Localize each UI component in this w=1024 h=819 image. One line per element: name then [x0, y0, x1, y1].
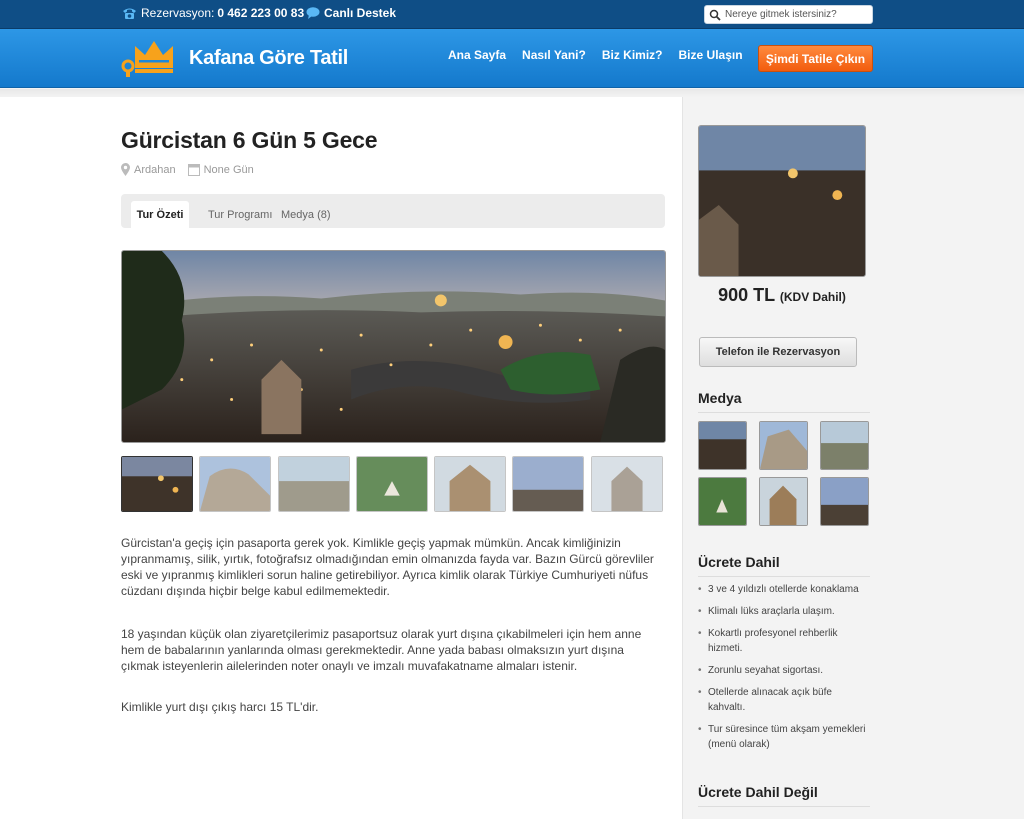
hero-photo[interactable] [121, 250, 666, 443]
start-vacation-button[interactable]: Şimdi Tatile Çıkın [758, 45, 873, 72]
description-paragraph-2: 18 yaşından küçük olan ziyaretçilerimiz … [121, 627, 642, 673]
description-paragraph-3: Kimlikle yurt dışı çıkış harcı 15 TL'dir… [121, 700, 319, 714]
tab-summary[interactable]: Tur Özeti [131, 201, 189, 228]
nav-how-it-works[interactable]: Nasıl Yani? [522, 48, 586, 62]
thumbnail-image [435, 457, 505, 511]
thumbnail-5[interactable] [434, 456, 506, 512]
list-item: Zorunlu seyahat sigortası. [698, 663, 870, 678]
thumbnail-image [122, 457, 192, 511]
photo-thumbnails [121, 456, 666, 512]
city-panorama-image [122, 251, 665, 442]
phone-number: 0 462 223 00 83 [217, 6, 305, 20]
included-heading: Ücrete Dahil [698, 554, 870, 577]
tour-cover-photo[interactable] [698, 125, 866, 277]
sidebar: 900 TL (KDV Dahil) Telefon ile Rezervasy… [682, 97, 1024, 819]
list-item: 3 ve 4 yıldızlı otellerde konaklama [698, 582, 870, 597]
nav-home[interactable]: Ana Sayfa [448, 48, 506, 62]
price-amount: 900 TL [718, 285, 775, 305]
nav-about[interactable]: Biz Kimiz? [602, 48, 663, 62]
calendar-icon [187, 164, 200, 176]
thumbnail-image [279, 457, 349, 511]
thumbnail-3[interactable] [278, 456, 350, 512]
tour-meta: Ardahan None Gün [121, 163, 266, 176]
media-image [760, 422, 807, 469]
list-item: Tur süresince tüm akşam yemekleri (menü … [698, 722, 870, 752]
page-title: Gürcistan 6 Gün 5 Gece [121, 127, 378, 153]
thumbnail-image [513, 457, 583, 511]
phone-reservation-button[interactable]: Telefon ile Rezervasyon [699, 337, 857, 367]
live-support-link[interactable]: Canlı Destek [306, 6, 396, 20]
top-bar: Rezervasyon: 0 462 223 00 83 Canlı Deste… [0, 0, 1024, 29]
list-item: Otellerde alınacak açık büfe kahvaltı. [698, 685, 870, 715]
cover-image [699, 126, 865, 276]
thumbnail-1[interactable] [121, 456, 193, 512]
thumbnail-image [592, 457, 662, 511]
search-input[interactable] [725, 9, 865, 20]
thumbnail-image [200, 457, 270, 511]
thumbnail-6[interactable] [512, 456, 584, 512]
thumbnail-image [357, 457, 427, 511]
site-logo[interactable]: Kafana Göre Tatil [121, 38, 348, 78]
header-shadow [0, 89, 1024, 97]
media-thumbnail-1[interactable] [698, 421, 747, 470]
media-image [699, 422, 746, 469]
main-nav: Ana Sayfa Nasıl Yani? Biz Kimiz? Bize Ul… [440, 48, 751, 62]
list-item: Klimalı lüks araçlarla ulaşım. [698, 604, 870, 619]
tour-price: 900 TL (KDV Dahil) [698, 285, 866, 306]
tab-media[interactable]: Medya (8) [281, 201, 331, 228]
media-image [699, 478, 746, 525]
location-meta: Ardahan [121, 163, 176, 176]
nav-contact[interactable]: Bize Ulaşın [679, 48, 743, 62]
thumbnail-2[interactable] [199, 456, 271, 512]
location-text: Ardahan [134, 163, 176, 176]
duration-text: None Gün [203, 163, 254, 176]
media-heading: Medya [698, 390, 870, 413]
list-item: Kokartlı profesyonel rehberlik hizmeti. [698, 626, 870, 656]
media-thumbnail-6[interactable] [820, 477, 869, 526]
media-thumbnail-3[interactable] [820, 421, 869, 470]
duration-meta: None Gün [187, 163, 254, 176]
search-box[interactable] [704, 5, 873, 24]
price-vat-note: (KDV Dahil) [779, 290, 846, 304]
location-pin-icon [121, 163, 130, 176]
media-image [821, 478, 868, 525]
media-image [821, 422, 868, 469]
tab-program[interactable]: Tur Programı [208, 201, 272, 228]
media-thumbnail-4[interactable] [698, 477, 747, 526]
tour-tabs: Tur Özeti Tur Programı Medya (8) [121, 194, 665, 228]
phone-icon [123, 8, 136, 19]
live-support-label: Canlı Destek [324, 6, 397, 20]
main-content: Gürcistan 6 Gün 5 Gece Ardahan None Gün … [0, 97, 682, 819]
media-thumbnail-5[interactable] [759, 477, 808, 526]
phone-label: Rezervasyon: [141, 6, 215, 20]
media-image [760, 478, 807, 525]
reservation-phone[interactable]: Rezervasyon: 0 462 223 00 83 [122, 6, 304, 20]
search-icon [709, 9, 721, 21]
media-thumbnail-2[interactable] [759, 421, 808, 470]
site-header: Kafana Göre Tatil Ana Sayfa Nasıl Yani? … [0, 29, 1024, 88]
logo-text: Kafana Göre Tatil [189, 46, 349, 69]
thumbnail-7[interactable] [591, 456, 663, 512]
crown-key-logo-icon [121, 41, 173, 77]
chat-bubble-icon [306, 7, 320, 19]
description-paragraph-1: Gürcistan'a geçiş için pasaporta gerek y… [121, 536, 654, 598]
included-list: 3 ve 4 yıldızlı otellerde konaklama Klim… [698, 582, 870, 759]
not-included-heading: Ücrete Dahil Değil [698, 784, 870, 807]
thumbnail-4[interactable] [356, 456, 428, 512]
